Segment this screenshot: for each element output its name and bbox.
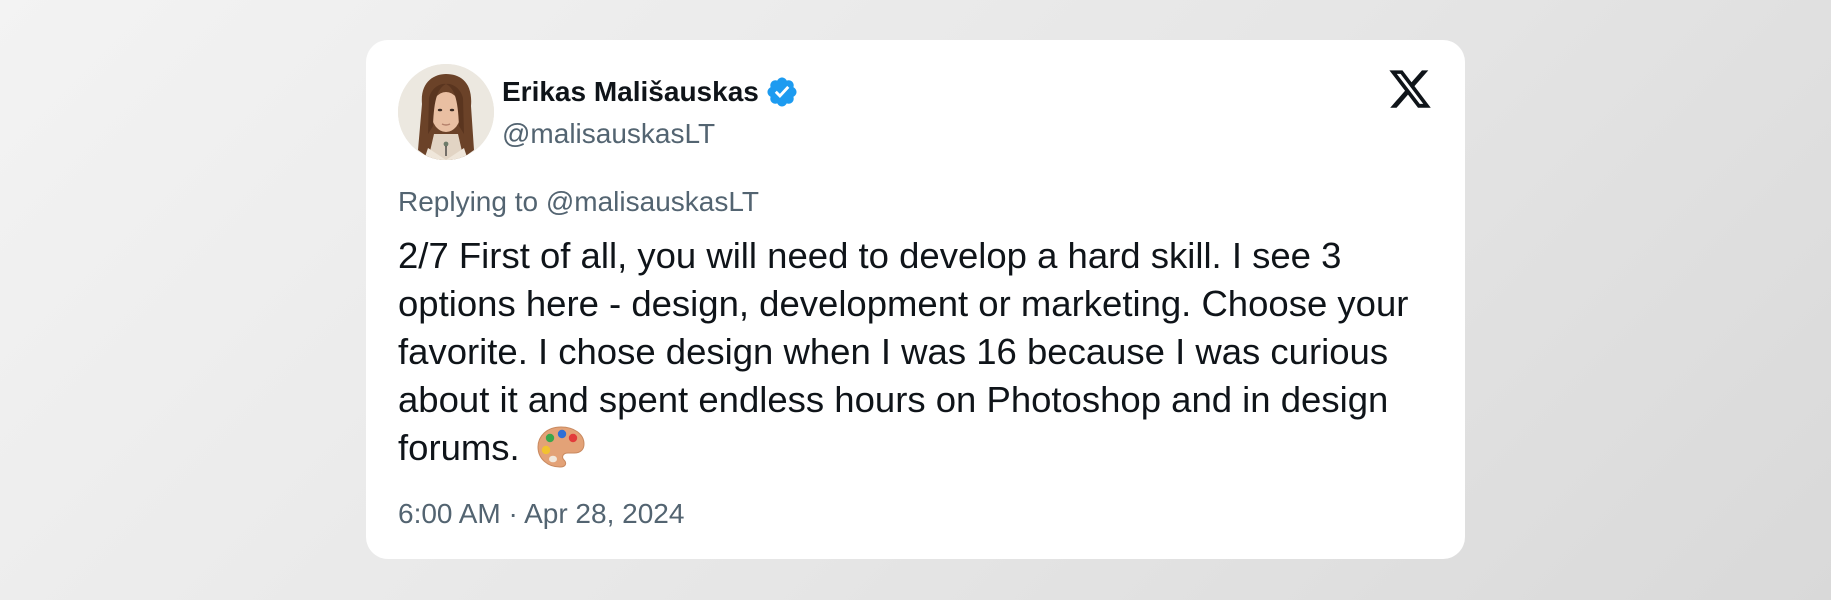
x-logo-icon[interactable] xyxy=(1387,66,1433,112)
artist-palette-icon xyxy=(536,424,586,470)
tweet-card: Erikas Mališauskas @malisauskasLT Replyi… xyxy=(366,40,1465,559)
tweet-body: 2/7 First of all, you will need to devel… xyxy=(398,232,1438,472)
avatar[interactable] xyxy=(398,64,494,160)
author-handle[interactable]: @malisauskasLT xyxy=(502,118,715,150)
avatar-portrait xyxy=(398,64,494,160)
author-display-name[interactable]: Erikas Mališauskas xyxy=(502,76,759,108)
tweet-timestamp[interactable]: 6:00 AM · Apr 28, 2024 xyxy=(398,498,684,530)
replying-to-text: Replying to @malisauskasLT xyxy=(398,186,759,217)
verified-badge-icon xyxy=(765,75,799,109)
author-row: Erikas Mališauskas xyxy=(502,72,799,112)
